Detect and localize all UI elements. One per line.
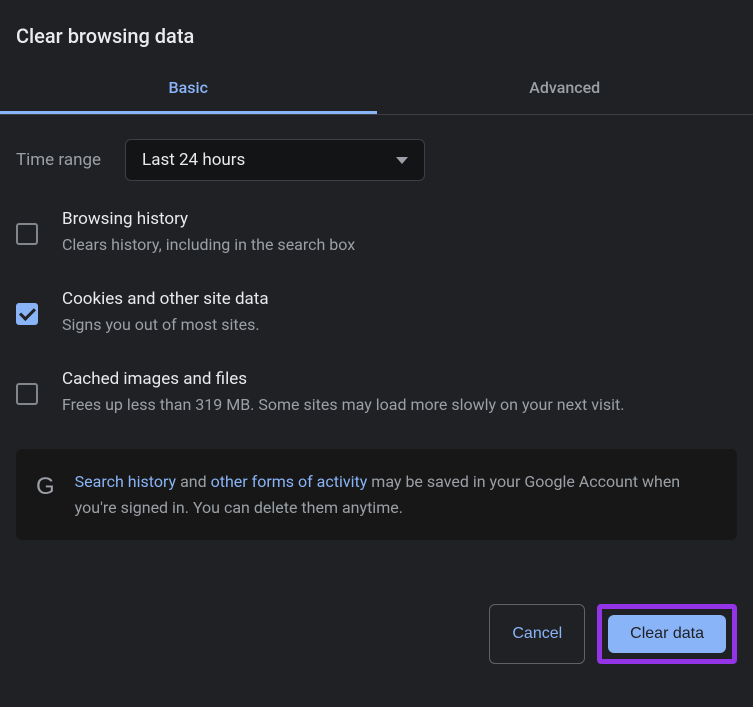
option-text: Cached images and files Frees up less th… bbox=[62, 369, 737, 417]
google-account-notice: G Search history and other forms of acti… bbox=[16, 449, 737, 540]
clear-browsing-data-dialog: Clear browsing data Basic Advanced Time … bbox=[0, 0, 753, 680]
other-activity-link[interactable]: other forms of activity bbox=[211, 472, 368, 491]
chevron-down-icon bbox=[396, 157, 408, 164]
time-range-select[interactable]: Last 24 hours bbox=[125, 139, 425, 181]
option-desc: Clears history, including in the search … bbox=[62, 233, 737, 257]
time-range-value: Last 24 hours bbox=[142, 150, 245, 170]
checkbox-browsing-history[interactable] bbox=[16, 223, 38, 245]
dialog-actions: Cancel Clear data bbox=[0, 576, 753, 680]
checkbox-cookies[interactable] bbox=[16, 303, 38, 325]
option-cookies: Cookies and other site data Signs you ou… bbox=[16, 289, 737, 337]
notice-mid: and bbox=[176, 472, 211, 491]
dialog-content: Time range Last 24 hours Browsing histor… bbox=[0, 115, 753, 556]
cancel-button[interactable]: Cancel bbox=[489, 604, 585, 664]
option-browsing-history: Browsing history Clears history, includi… bbox=[16, 209, 737, 257]
option-cached: Cached images and files Frees up less th… bbox=[16, 369, 737, 417]
option-title: Browsing history bbox=[62, 209, 737, 229]
tab-basic[interactable]: Basic bbox=[0, 64, 377, 114]
clear-data-button[interactable]: Clear data bbox=[608, 615, 726, 653]
highlight-annotation: Clear data bbox=[597, 604, 737, 664]
checkbox-cached[interactable] bbox=[16, 383, 38, 405]
google-icon: G bbox=[36, 473, 55, 501]
option-title: Cached images and files bbox=[62, 369, 737, 389]
option-desc: Frees up less than 319 MB. Some sites ma… bbox=[62, 393, 737, 417]
dialog-title: Clear browsing data bbox=[0, 16, 753, 64]
option-desc: Signs you out of most sites. bbox=[62, 313, 737, 337]
option-title: Cookies and other site data bbox=[62, 289, 737, 309]
time-range-label: Time range bbox=[16, 150, 101, 170]
tab-advanced[interactable]: Advanced bbox=[377, 64, 753, 114]
option-text: Browsing history Clears history, includi… bbox=[62, 209, 737, 257]
tabs: Basic Advanced bbox=[0, 64, 753, 115]
time-range-row: Time range Last 24 hours bbox=[16, 139, 737, 181]
notice-text: Search history and other forms of activi… bbox=[75, 469, 717, 520]
option-text: Cookies and other site data Signs you ou… bbox=[62, 289, 737, 337]
search-history-link[interactable]: Search history bbox=[75, 472, 176, 491]
